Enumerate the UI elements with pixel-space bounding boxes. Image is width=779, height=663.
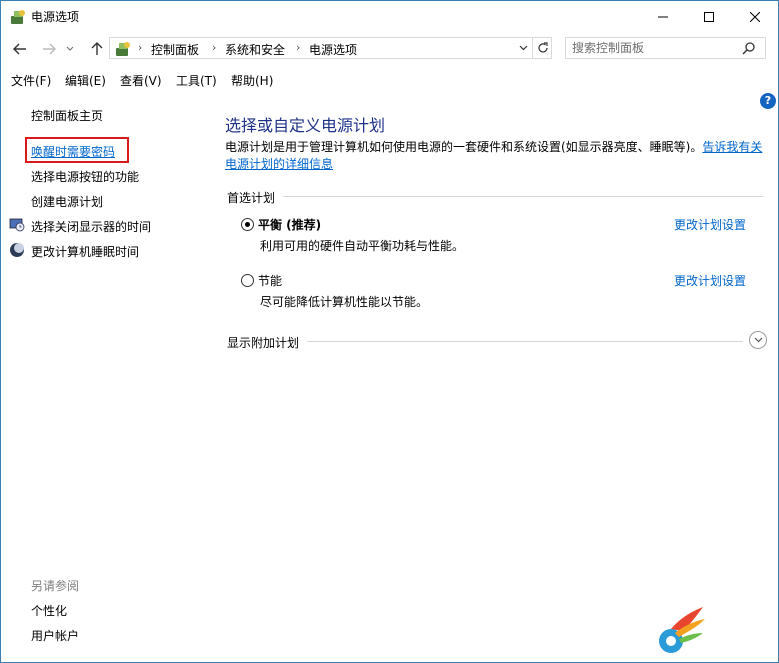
chevron-down-icon [66, 46, 74, 51]
section-divider [283, 196, 763, 197]
display-off-icon [9, 218, 25, 232]
menu-tools[interactable]: 工具(T) [176, 72, 217, 89]
power-options-icon [11, 10, 25, 24]
breadcrumb-system-security[interactable]: 系统和安全 [225, 41, 285, 58]
sidebar-require-password-on-wake[interactable]: 唤醒时需要密码 [31, 143, 115, 160]
forward-button[interactable] [39, 38, 59, 60]
menu-view[interactable]: 查看(V) [120, 72, 162, 89]
plan-power-saver-name[interactable]: 节能 [258, 272, 282, 289]
power-options-window: 电源选项 › 控制面板 › 系统和安全 › 电源选项 搜索控制面板 文件(F) … [0, 0, 779, 663]
plan-balanced-change-settings[interactable]: 更改计划设置 [674, 216, 746, 233]
description-text: 电源计划是用于管理计算机如何使用电源的一套硬件和系统设置(如显示器亮度、睡眠等)… [225, 140, 703, 154]
search-input[interactable] [572, 40, 732, 56]
menu-file[interactable]: 文件(F) [11, 72, 51, 89]
section-divider [307, 341, 743, 342]
see-also-heading: 另请参阅 [31, 579, 80, 593]
minimize-button[interactable] [640, 1, 686, 32]
menu-help[interactable]: 帮助(H) [231, 72, 273, 89]
navigation-bar: › 控制面板 › 系统和安全 › 电源选项 [1, 34, 778, 64]
title-bar: 电源选项 [1, 1, 778, 32]
page-description: 电源计划是用于管理计算机如何使用电源的一套硬件和系统设置(如显示器亮度、睡眠等)… [225, 139, 765, 173]
recent-locations-button[interactable] [63, 38, 77, 60]
arrow-up-icon [91, 42, 103, 55]
window-title: 电源选项 [31, 10, 80, 24]
maximize-button[interactable] [686, 1, 732, 32]
preferred-plans-heading: 首选计划 [227, 191, 276, 205]
refresh-icon [538, 42, 548, 53]
control-panel-icon [116, 42, 130, 56]
show-additional-plans-heading[interactable]: 显示附加计划 [227, 334, 299, 351]
plan-power-saver-radio[interactable] [241, 274, 254, 287]
minimize-icon [658, 16, 668, 17]
sidebar-power-button-function[interactable]: 选择电源按钮的功能 [31, 168, 139, 185]
maximize-icon [704, 11, 714, 22]
sidebar-display-off-time[interactable]: 选择关闭显示器的时间 [31, 218, 151, 235]
plan-power-saver-description: 尽可能降低计算机性能以节能。 [260, 295, 429, 309]
plan-balanced-description: 利用可用的硬件自动平衡功耗与性能。 [260, 239, 465, 253]
search-icon [742, 42, 755, 55]
sleep-moon-icon [10, 243, 24, 257]
help-icon[interactable]: ? [760, 93, 776, 109]
arrow-right-icon [43, 43, 56, 55]
sidebar-control-panel-home[interactable]: 控制面板主页 [31, 107, 103, 124]
plan-balanced-name[interactable]: 平衡 (推荐) [258, 216, 321, 233]
close-icon [750, 11, 760, 22]
sidebar-personalization[interactable]: 个性化 [31, 602, 67, 619]
sidebar-user-accounts[interactable]: 用户帐户 [31, 627, 79, 644]
menu-edit[interactable]: 编辑(E) [65, 72, 106, 89]
plan-balanced-radio[interactable] [241, 218, 254, 231]
search-box[interactable] [565, 37, 766, 59]
page-title: 选择或自定义电源计划 [225, 116, 386, 135]
plan-power-saver-change-settings[interactable]: 更改计划设置 [674, 272, 746, 289]
address-bar[interactable]: › 控制面板 › 系统和安全 › 电源选项 [109, 37, 552, 59]
address-history-button[interactable] [516, 40, 530, 56]
chevron-down-icon [519, 45, 527, 51]
breadcrumb-separator-icon: › [138, 41, 143, 54]
expand-additional-plans-button[interactable] [749, 331, 767, 349]
close-button[interactable] [732, 1, 778, 32]
breadcrumb-control-panel[interactable]: 控制面板 [151, 41, 199, 58]
watermark-logo-icon [659, 607, 705, 653]
learn-more-link-part1[interactable]: 告诉我有关 [702, 140, 762, 154]
sidebar-create-power-plan[interactable]: 创建电源计划 [31, 193, 103, 210]
refresh-button[interactable] [532, 38, 553, 58]
learn-more-link-part2[interactable]: 电源计划的详细信息 [225, 157, 333, 171]
up-button[interactable] [87, 38, 107, 60]
breadcrumb-separator-icon: › [212, 41, 217, 54]
back-button[interactable] [10, 38, 30, 60]
arrow-left-icon [13, 43, 26, 55]
breadcrumb-power-options[interactable]: 电源选项 [309, 41, 357, 58]
sidebar-computer-sleep-time[interactable]: 更改计算机睡眠时间 [31, 243, 139, 260]
breadcrumb-separator-icon: › [296, 41, 301, 54]
chevron-down-icon [754, 337, 762, 343]
menu-bar: 文件(F) 编辑(E) 查看(V) 工具(T) 帮助(H) [1, 69, 778, 91]
